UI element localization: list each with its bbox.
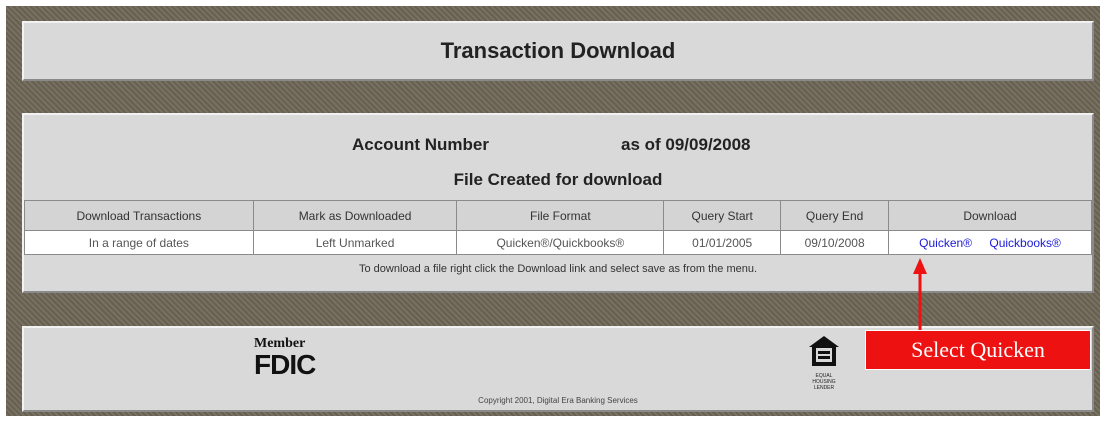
cell-format: Quicken®/Quickbooks® [456,230,665,255]
equal-housing-text: EQUAL HOUSING LENDER [812,373,836,391]
download-table: Download Transactions Mark as Downloaded… [24,200,1092,255]
quickbooks-download-link[interactable]: Quickbooks® [989,236,1061,250]
callout-arrow-icon [913,258,927,330]
download-instructions: To download a file right click the Downl… [358,263,758,275]
select-quicken-callout: Select Quicken [865,330,1091,370]
cell-query-start: 01/01/2005 [663,230,782,255]
quicken-download-link[interactable]: Quicken® [919,236,972,250]
cell-mark: Left Unmarked [252,230,458,255]
download-panel: Account Number as of 09/09/2008 File Cre… [22,113,1094,293]
equal-housing-icon [809,336,839,366]
equal-housing-lender-logo: EQUAL HOUSING LENDER [804,334,844,391]
copyright-text: Copyright 2001, Digital Era Banking Serv… [478,396,638,405]
cell-range: In a range of dates [24,230,254,255]
account-number-label: Account Number [352,135,489,154]
as-of-date: as of 09/09/2008 [621,135,751,154]
header-download-transactions: Download Transactions [24,200,254,231]
header-file-format: File Format [456,200,665,231]
header-download: Download [888,200,1092,231]
header-mark-as-downloaded: Mark as Downloaded [252,200,458,231]
title-panel: Transaction Download [22,21,1094,81]
fdic-text: FDIC [254,349,316,380]
fdic-logo: Member FDIC [254,336,316,380]
table-header-row: Download Transactions Mark as Downloaded… [24,200,1092,231]
cell-download-links: Quicken® Quickbooks® [888,230,1092,255]
table-row: In a range of dates Left Unmarked Quicke… [24,230,1092,255]
cell-query-end: 09/10/2008 [780,230,890,255]
page-title: Transaction Download [440,38,676,63]
header-query-end: Query End [780,200,890,231]
file-status: File Created for download [453,170,663,189]
header-query-start: Query Start [663,200,782,231]
